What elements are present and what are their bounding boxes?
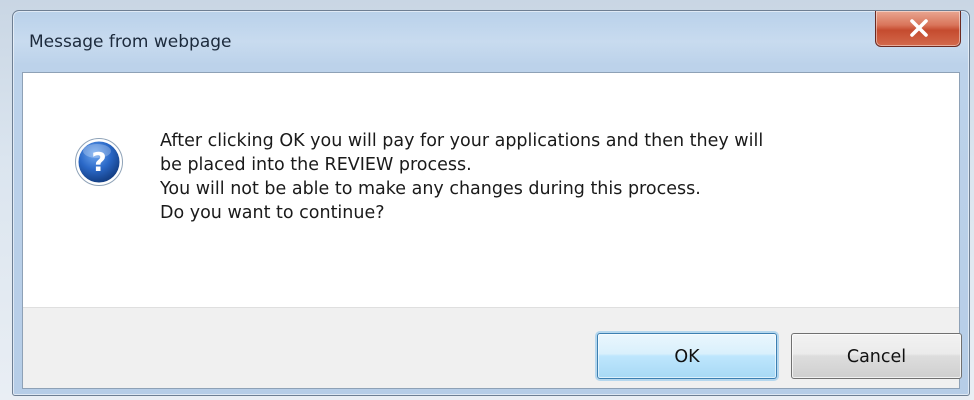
close-x-icon [910, 19, 928, 37]
message-line: After clicking OK you will pay for your … [160, 131, 764, 151]
dialog-content: ? After clicking OK you will pay for you… [23, 73, 959, 307]
dialog-client-area: ? After clicking OK you will pay for you… [22, 72, 962, 389]
cancel-button[interactable]: Cancel [791, 333, 962, 379]
question-mark-icon: ? [75, 138, 123, 186]
dialog-button-bar: OK Cancel [23, 307, 962, 388]
svg-text:?: ? [91, 148, 106, 178]
message-line: be placed into the REVIEW process. [160, 155, 472, 175]
message-dialog: Message from webpage ? After clicking OK… [12, 10, 970, 396]
dialog-title: Message from webpage [29, 32, 232, 52]
close-button[interactable] [875, 11, 961, 47]
message-line: You will not be able to make any changes… [160, 179, 701, 199]
dialog-message: After clicking OK you will pay for your … [160, 129, 940, 225]
ok-button[interactable]: OK [597, 333, 777, 379]
message-line: Do you want to continue? [160, 203, 385, 223]
dialog-titlebar[interactable]: Message from webpage [13, 11, 969, 73]
